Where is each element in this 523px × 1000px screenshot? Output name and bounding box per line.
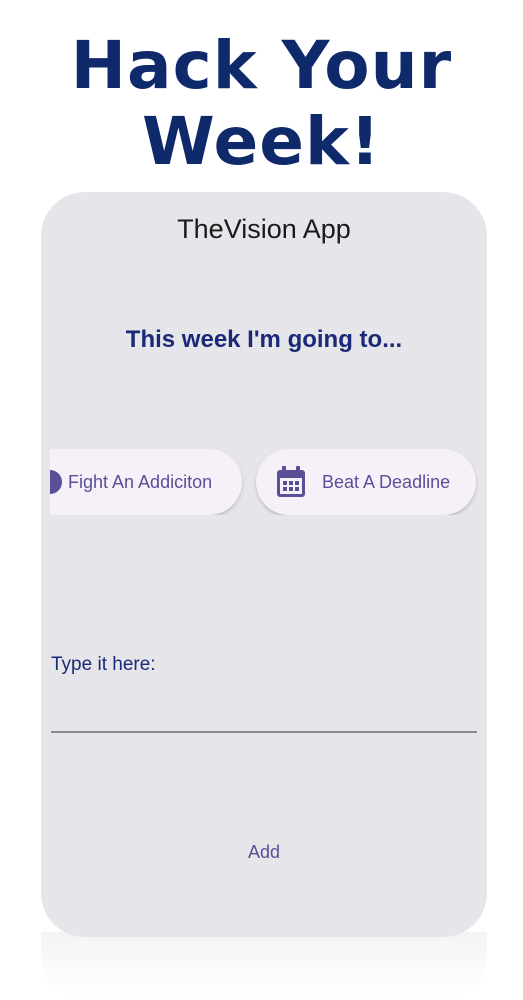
headline-line-1: Hack Your [70, 27, 453, 104]
week-prompt: This week I'm going to... [125, 326, 403, 353]
chip-beat-deadline[interactable]: Beat A Deadline [256, 449, 476, 515]
chip-label: Beat A Deadline [322, 471, 451, 492]
goal-input-label: Type it here: [51, 654, 156, 675]
goal-chips: Fight An Addiciton Beat A Deadline [50, 449, 480, 515]
promo-headline: Hack Your Week! [0, 28, 523, 180]
chip-fight-addiction[interactable]: Fight An Addiciton [50, 449, 242, 515]
chip-label: Fight An Addiciton [68, 471, 213, 492]
circle-icon [50, 470, 62, 494]
app-title: TheVision App [177, 214, 351, 244]
calendar-icon [277, 466, 305, 497]
goal-input-field[interactable] [51, 731, 477, 733]
add-button[interactable]: Add [224, 832, 304, 872]
phone-reflection [41, 932, 487, 1000]
headline-line-2: Week! [142, 103, 381, 180]
app-screen: TheVision App This week I'm going to... … [41, 192, 487, 937]
